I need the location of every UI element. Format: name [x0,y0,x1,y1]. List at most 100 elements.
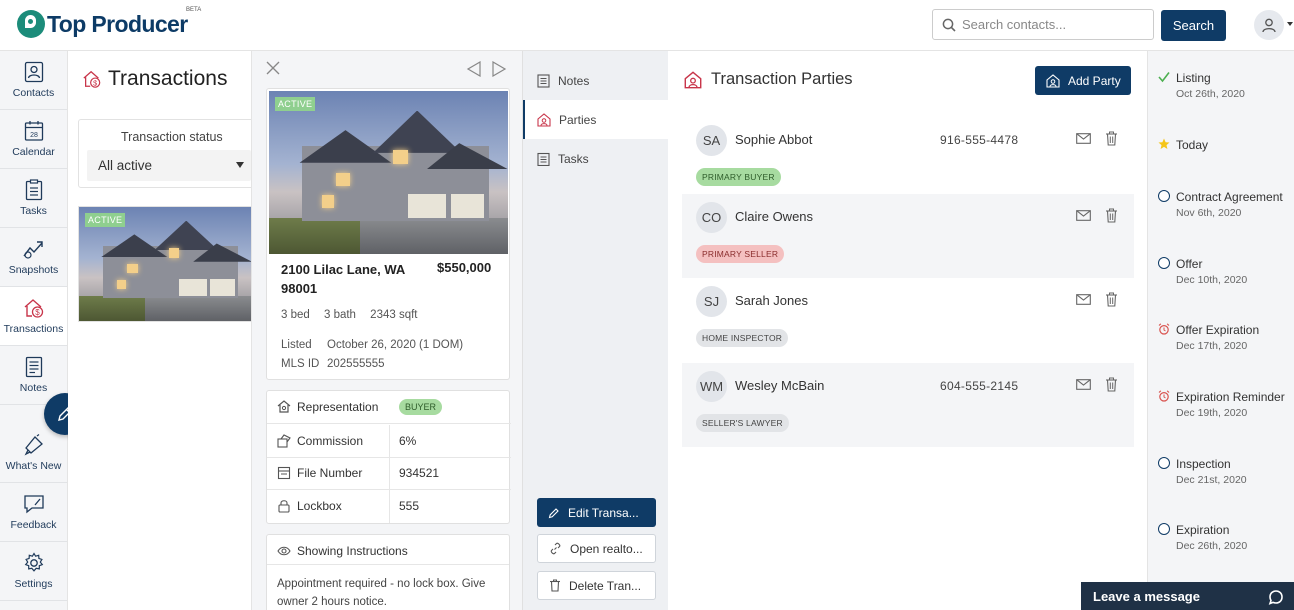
status-badge: ACTIVE [275,97,316,111]
timeline-date: Dec 21st, 2020 [1176,474,1247,486]
leave-message-chat-button[interactable]: Leave a message [1081,582,1294,610]
tasks-icon [537,152,550,166]
logo-mark-icon [17,10,45,38]
open-realtor-label: Open realto... [570,541,643,556]
info-label: File Number [297,466,363,480]
nav-item-snapshots[interactable]: Snapshots [0,228,67,287]
alarm-icon [1158,390,1170,402]
page-title: $ Transactions [82,67,227,91]
info-value: 6% [399,434,417,448]
party-name[interactable]: Sarah Jones [735,293,808,308]
timeline-date: Dec 10th, 2020 [1176,274,1248,286]
info-value: 555 [399,499,420,513]
caret-down-icon [236,162,244,168]
delete-transaction-button[interactable]: Delete Tran... [537,571,656,600]
mls-value: 202555555 [327,358,385,370]
info-label: Lockbox [297,499,342,513]
timeline-date: Dec 19th, 2020 [1176,407,1248,419]
status-filter-select[interactable]: All active [87,150,251,181]
handshake-icon [277,400,291,413]
calendar-icon: 28 [24,121,43,141]
tab-tasks[interactable]: Tasks [523,139,669,178]
nav-item-transactions[interactable]: $ Transactions [0,287,67,346]
page-title-text: Transactions [108,67,228,90]
showing-instructions-title: Showing Instructions [297,544,408,558]
timeline-date: Dec 17th, 2020 [1176,340,1248,352]
tab-notes[interactable]: Notes [523,61,669,100]
party-row[interactable]: SA Sophie Abbot 916-555-4478 PRIMARY BUY… [682,117,1134,201]
nav-label-calendar: Calendar [12,146,55,158]
commission-icon [277,434,291,448]
trash-icon[interactable] [1105,208,1118,223]
timeline-title: Offer [1176,257,1203,271]
chat-bubble-icon [1268,590,1283,605]
nav-item-feedback[interactable]: Feedback [0,483,67,542]
user-icon [1262,18,1276,33]
search-button[interactable]: Search [1161,10,1226,41]
circle-icon [1158,523,1170,535]
role-badge: HOME INSPECTOR [696,329,789,347]
chevron-left-icon[interactable] [466,61,482,77]
notes-icon [537,73,550,88]
nav-item-contacts[interactable]: Contacts [0,51,67,110]
sqft-value: 2343 sqft [370,309,418,321]
party-name[interactable]: Claire Owens [735,209,813,224]
party-name[interactable]: Sophie Abbot [735,132,812,147]
trash-icon[interactable] [1105,377,1118,392]
file-icon [277,466,291,480]
tab-label: Tasks [558,151,589,166]
role-badge: PRIMARY SELLER [696,245,785,263]
search-input[interactable] [962,17,1142,32]
nav-label-settings: Settings [14,578,53,590]
nav-item-tasks[interactable]: Tasks [0,169,67,228]
party-row[interactable]: SJ Sarah Jones HOME INSPECTOR [682,278,1134,362]
tab-label: Notes [558,73,590,88]
star-icon [1158,138,1170,149]
mail-icon[interactable] [1076,210,1091,221]
role-badge: PRIMARY BUYER [696,168,781,186]
tab-parties[interactable]: Parties [523,100,669,139]
party-row[interactable]: CO Claire Owens PRIMARY SELLER [682,194,1134,278]
chevron-right-icon[interactable] [491,61,507,77]
eye-icon [277,546,291,556]
close-icon[interactable] [266,61,280,75]
app-logo[interactable]: Top Producer BETA [17,7,201,38]
mail-icon[interactable] [1076,294,1091,305]
party-phone[interactable]: 604-555-2145 [940,379,1018,393]
timeline-title: Contract Agreement [1176,190,1283,204]
chevron-down-icon[interactable] [1287,22,1293,26]
link-icon [550,542,561,555]
avatar: SA [696,125,727,156]
add-party-button[interactable]: Add Party [1035,66,1131,95]
trash-icon[interactable] [1105,292,1118,307]
nav-label-notes: Notes [19,382,48,394]
contacts-icon [24,61,43,83]
delete-transaction-label: Delete Tran... [569,578,642,593]
check-icon [1158,72,1170,83]
party-name[interactable]: Wesley McBain [735,378,824,393]
edit-transaction-button[interactable]: Edit Transa... [537,498,656,527]
address-line-2: 98001 [281,281,318,296]
chat-label: Leave a message [1093,588,1200,604]
nav-item-calendar[interactable]: 28 Calendar [0,110,67,169]
representation-badge: BUYER [399,399,443,415]
info-row-lockbox: Lockbox 555 [267,490,511,523]
showing-instructions-text: Appointment required - no lock box. Give… [277,575,505,610]
transaction-card[interactable]: ACTIVE [78,206,253,322]
avatar: SJ [696,286,727,317]
party-phone[interactable]: 916-555-4478 [940,133,1018,147]
mail-icon[interactable] [1076,133,1091,144]
party-row[interactable]: WM Wesley McBain 604-555-2145 SELLER'S L… [682,363,1134,447]
user-avatar-button[interactable] [1254,10,1284,40]
trash-icon [550,579,560,592]
nav-item-settings[interactable]: Settings [0,542,67,601]
open-realtor-button[interactable]: Open realto... [537,534,656,563]
showing-line-1: Appointment required - no lock box. Give [277,578,486,590]
feedback-icon [23,495,44,514]
timeline-title: Expiration [1176,523,1230,537]
search-box[interactable] [932,9,1154,40]
trash-icon[interactable] [1105,131,1118,146]
mls-row: MLS ID 202555555 [281,358,385,370]
listed-row: Listed October 26, 2020 (1 DOM) [281,339,463,351]
mail-icon[interactable] [1076,379,1091,390]
